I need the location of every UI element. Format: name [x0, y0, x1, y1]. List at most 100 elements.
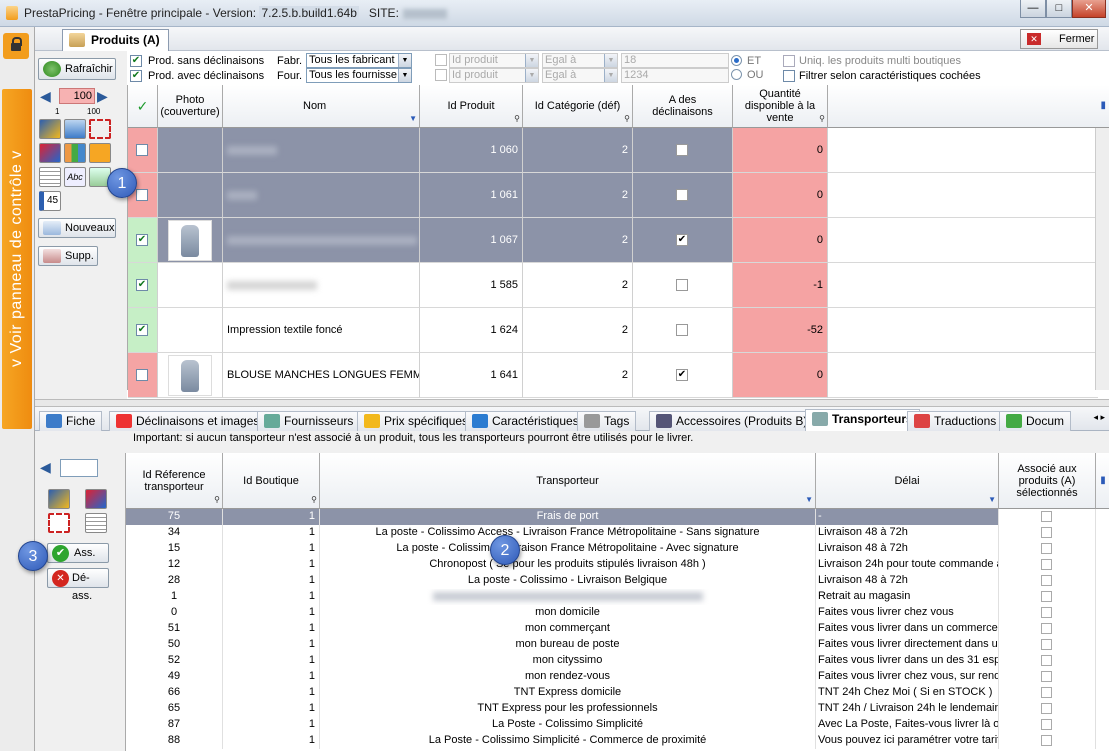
product-row[interactable]: 1 067 2 ✔ 0 [128, 218, 1098, 263]
delai-cell[interactable]: Faites vous livrer chez vous, sur rende [816, 669, 999, 685]
assoc-checkbox[interactable] [1041, 735, 1052, 746]
row-select-cell[interactable] [128, 128, 158, 173]
delai-cell[interactable]: Faites vous livrer chez vous [816, 605, 999, 621]
products-scrollbar[interactable] [1095, 128, 1109, 390]
name-cell[interactable] [223, 173, 420, 218]
idref-cell[interactable]: 75 [126, 509, 223, 525]
tab-d-clinaisons-et-images[interactable]: Déclinaisons et images [109, 411, 267, 431]
eye-icon[interactable] [64, 119, 86, 139]
filter2-checkbox[interactable] [435, 69, 447, 81]
idb-cell[interactable]: 1 [223, 653, 320, 669]
filter2-value-input[interactable]: 1234 [621, 68, 729, 83]
search-icon[interactable]: ⚲ [214, 494, 220, 506]
row-checkbox[interactable] [136, 189, 148, 201]
idref-cell[interactable]: 66 [126, 685, 223, 701]
assoc-cell[interactable] [999, 701, 1096, 717]
new-button[interactable]: Nouveaux [38, 218, 116, 238]
delai-cell[interactable]: Retrait au magasin [816, 589, 999, 605]
product-row[interactable]: 1 060 2 0 [128, 128, 1098, 173]
delai-cell[interactable]: Faites vous livrer dans un des 31 espa [816, 653, 999, 669]
arrow-left-icon[interactable]: ◀ [40, 459, 51, 476]
tab-fiche[interactable]: Fiche [39, 411, 103, 431]
text-abc-icon[interactable]: Abc [64, 167, 86, 187]
col-qty-header[interactable]: Quantité disponible à la vente ⚲ [733, 85, 828, 128]
carrier-row[interactable]: 34 1 La poste - Colissimo Access - Livrais… [126, 525, 1096, 541]
filter-icon[interactable]: ▼ [805, 494, 813, 506]
delai-cell[interactable]: TNT 24h Chez Moi ( Si en STOCK ) [816, 685, 999, 701]
cat-cell[interactable]: 2 [523, 263, 633, 308]
assoc-checkbox[interactable] [1041, 655, 1052, 666]
assoc-cell[interactable] [999, 525, 1096, 541]
number-45-icon[interactable]: 45 [39, 191, 61, 211]
image-tool-icon[interactable] [39, 119, 61, 139]
name-cell[interactable]: BLOUSE MANCHES LONGUES FEMME [223, 353, 420, 398]
assoc-checkbox[interactable] [1041, 591, 1052, 602]
trans-cell[interactable]: Chronopost ( Se pour les produits stipul… [320, 557, 816, 573]
trans-cell[interactable] [320, 589, 816, 605]
id-cell[interactable]: 1 067 [420, 218, 523, 263]
idb-cell[interactable]: 1 [223, 733, 320, 749]
tab-scroll-arrows[interactable]: ◂ ▸ [1093, 412, 1105, 423]
name-cell[interactable] [223, 263, 420, 308]
filter1-value-input[interactable]: 18 [621, 53, 729, 68]
assoc-checkbox[interactable] [1041, 559, 1052, 570]
assoc-checkbox[interactable] [1041, 623, 1052, 634]
delete-button[interactable]: Supp. [38, 246, 98, 266]
carrier-row[interactable]: 52 1 mon cityssimo Faites vous livrer dans … [126, 653, 1096, 669]
idb-cell[interactable]: 1 [223, 717, 320, 733]
prod-avec-checkbox[interactable] [130, 70, 142, 82]
selection-icon[interactable] [48, 513, 70, 533]
trans-cell[interactable]: TNT Express pour les professionnels [320, 701, 816, 717]
assoc-cell[interactable] [999, 621, 1096, 637]
close-window-button[interactable]: ✕ [1072, 0, 1106, 18]
trans-cell[interactable]: La Poste - Colissimo Simplicité - Commer… [320, 733, 816, 749]
idref-cell[interactable]: 0 [126, 605, 223, 621]
delai-cell[interactable]: Vous pouvez ici paramétrer votre tarif p [816, 733, 999, 749]
carrier-row[interactable]: 50 1 mon bureau de poste Faites vous livrer… [126, 637, 1096, 653]
table-icon[interactable] [85, 513, 107, 533]
assoc-cell[interactable] [999, 653, 1096, 669]
carrier-row[interactable]: 88 1 La Poste - Colissimo Simplicité - Com… [126, 733, 1096, 749]
filter-icon[interactable]: ▼ [409, 113, 417, 125]
arrow-left-icon[interactable]: ◀ [40, 88, 51, 105]
assoc-cell[interactable] [999, 509, 1096, 525]
idb-cell[interactable]: 1 [223, 701, 320, 717]
assoc-cell[interactable] [999, 669, 1096, 685]
assoc-checkbox[interactable] [1041, 703, 1052, 714]
assoc-cell[interactable] [999, 589, 1096, 605]
col-delai-header[interactable]: Délai ▼ [816, 453, 999, 509]
decl-checkbox[interactable]: ✔ [676, 234, 688, 246]
tab-tags[interactable]: Tags [577, 411, 637, 431]
decl-cell[interactable]: ✔ [633, 218, 733, 263]
et-radio[interactable] [731, 55, 742, 66]
carrier-row[interactable]: 66 1 TNT Express domicile TNT 24h Chez Moi … [126, 685, 1096, 701]
cat-cell[interactable]: 2 [523, 308, 633, 353]
filter2-field-select[interactable]: Id produit ▼ [449, 68, 539, 83]
idref-cell[interactable]: 51 [126, 621, 223, 637]
carrier-row[interactable]: 28 1 La poste - Colissimo - Livraison Belg… [126, 573, 1096, 589]
tab-caract-ristiques[interactable]: Caractéristiques [465, 411, 586, 431]
product-row[interactable]: 1 585 2 -1 [128, 263, 1098, 308]
search-icon[interactable]: ⚲ [624, 113, 630, 125]
decl-cell[interactable] [633, 173, 733, 218]
idb-cell[interactable]: 1 [223, 509, 320, 525]
fermer-button[interactable]: ✕ Fermer [1020, 29, 1098, 49]
col-id-header[interactable]: Id Produit ⚲ [420, 85, 523, 128]
ou-radio[interactable] [731, 69, 742, 80]
tab-traductions[interactable]: Traductions [907, 411, 1004, 431]
assoc-checkbox[interactable] [1041, 687, 1052, 698]
trans-cell[interactable]: mon cityssimo [320, 653, 816, 669]
idref-cell[interactable]: 34 [126, 525, 223, 541]
bar-chart-icon[interactable] [64, 143, 86, 163]
bottom-count-field[interactable] [60, 459, 98, 477]
image-tool-icon[interactable] [48, 489, 70, 509]
trans-cell[interactable]: La Poste - Colissimo Simplicité [320, 717, 816, 733]
trans-cell[interactable]: mon domicile [320, 605, 816, 621]
row-select-cell[interactable] [128, 263, 158, 308]
row-checkbox[interactable] [136, 234, 148, 246]
id-cell[interactable]: 1 061 [420, 173, 523, 218]
delai-cell[interactable]: Livraison 48 à 72h [816, 541, 999, 557]
col-idb-header[interactable]: Id Boutique ⚲ [223, 453, 320, 509]
trans-cell[interactable]: mon commerçant [320, 621, 816, 637]
assoc-cell[interactable] [999, 717, 1096, 733]
